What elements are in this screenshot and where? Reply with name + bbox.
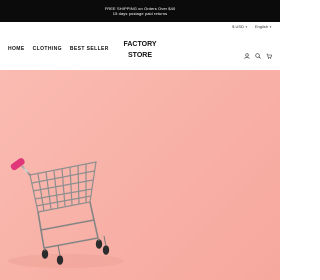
site-header: $ USD▼ English▼ HOME CLOTHING BEST SELLE… — [0, 22, 280, 70]
language-label: English — [254, 24, 269, 29]
hero-banner — [0, 70, 280, 280]
main-nav: HOME CLOTHING BEST SELLER — [8, 46, 109, 52]
nav-item-best-seller[interactable]: BEST SELLER — [70, 46, 109, 52]
logo-line-2: STORE — [128, 52, 152, 59]
logo-line-1: FACTORY — [123, 41, 157, 48]
announcement-bar: FREE SHIPPING on Orders Over $40 15 days… — [0, 0, 280, 22]
chevron-down-icon: ▼ — [269, 25, 272, 29]
currency-label: $ USD — [232, 24, 244, 29]
header-icons — [244, 46, 272, 59]
user-icon[interactable] — [244, 46, 250, 59]
currency-selector[interactable]: $ USD▼ — [232, 24, 248, 29]
chevron-down-icon: ▼ — [244, 25, 248, 29]
cart-icon[interactable] — [266, 46, 272, 59]
nav-item-clothing[interactable]: CLOTHING — [33, 46, 62, 52]
nav-item-home[interactable]: HOME — [8, 46, 25, 52]
announcement-line-2: 15 days postage paid returns — [112, 11, 168, 16]
search-icon[interactable] — [255, 46, 261, 59]
site-logo[interactable]: FACTORY STORE — [116, 39, 164, 61]
shopping-cart-image — [8, 158, 124, 268]
language-selector[interactable]: English▼ — [255, 24, 272, 29]
utility-bar: $ USD▼ English▼ — [232, 24, 272, 29]
